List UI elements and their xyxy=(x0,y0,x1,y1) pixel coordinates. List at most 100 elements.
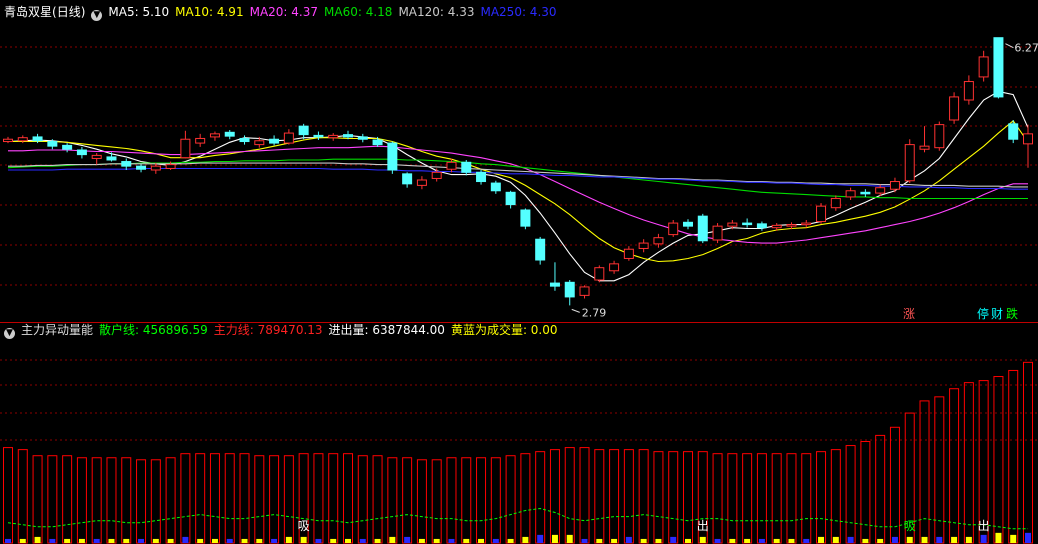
candle-16 xyxy=(239,135,250,145)
retail-line xyxy=(7,507,1028,530)
candle-body-26 xyxy=(387,142,398,171)
volume-bar-2 xyxy=(32,455,43,544)
price-marker-1: 停 xyxy=(977,306,989,321)
candle-19 xyxy=(283,129,294,145)
candle-body-47 xyxy=(697,215,708,242)
candle-33 xyxy=(490,180,501,194)
candle-body-21 xyxy=(313,134,324,138)
volume-inner-bar-5 xyxy=(78,538,85,543)
candle-body-41 xyxy=(609,263,620,272)
volume-bar-0 xyxy=(3,447,13,544)
volume-inner-bar-57 xyxy=(847,536,854,543)
candle-42 xyxy=(623,246,634,261)
volume-inner-bar-68 xyxy=(1010,534,1017,543)
volume-inner-bar-8 xyxy=(123,538,130,543)
candle-body-63 xyxy=(934,124,945,149)
volume-inner-bar-66 xyxy=(980,534,987,543)
volume-bar-58 xyxy=(860,441,871,544)
volume-bar-65 xyxy=(963,382,974,544)
volume-bar-3 xyxy=(47,455,58,544)
volume-bar-69 xyxy=(1023,361,1033,544)
price-marker-2: 财 xyxy=(991,307,1003,321)
volume-inner-bar-34 xyxy=(507,538,514,543)
volume-inner-bar-17 xyxy=(256,538,263,543)
candle-body-19 xyxy=(283,132,294,144)
ma-legend-item-2: MA20: 4.37 xyxy=(249,5,319,19)
volume-inner-bar-50 xyxy=(744,538,751,543)
volume-bar-19 xyxy=(283,455,294,544)
candle-body-50 xyxy=(742,222,753,226)
volume-inner-bar-19 xyxy=(285,536,292,543)
volume-bar-12 xyxy=(180,453,191,544)
volume-inner-bar-33 xyxy=(492,538,499,543)
volume-inner-bar-16 xyxy=(241,538,248,543)
candle-body-1 xyxy=(17,137,28,142)
volume-inner-bar-46 xyxy=(685,538,691,543)
candle-body-45 xyxy=(668,222,679,236)
ma-line-ma20 xyxy=(8,145,1028,244)
volume-inner-bar-45 xyxy=(670,536,677,543)
volume-bar-52 xyxy=(771,453,782,544)
candle-body-18 xyxy=(269,138,280,144)
signal-marker-2: 吸 xyxy=(904,519,916,533)
moving-average-lines xyxy=(7,90,1029,282)
volume-inner-bar-24 xyxy=(359,538,366,543)
volume-inner-bar-61 xyxy=(906,536,913,543)
volume-bar-41 xyxy=(609,449,620,544)
volume-inner-bar-4 xyxy=(64,538,71,543)
low-price-label: 2.79 xyxy=(582,306,607,319)
candle-35 xyxy=(520,208,531,230)
volume-bar-37 xyxy=(549,449,560,544)
candle-body-4 xyxy=(62,144,73,150)
candle-body-49 xyxy=(727,222,738,227)
candle-body-29 xyxy=(431,171,442,179)
candle-20 xyxy=(298,123,309,140)
candle-body-17 xyxy=(254,140,265,146)
volume-bar-53 xyxy=(786,453,797,544)
candle-41 xyxy=(609,260,620,274)
candle-47 xyxy=(697,213,708,244)
candle-body-32 xyxy=(476,171,487,183)
candle-body-31 xyxy=(461,161,472,173)
volume-bar-6 xyxy=(91,457,102,544)
candle-body-12 xyxy=(180,138,191,159)
candle-14 xyxy=(209,131,220,141)
chart-canvas[interactable]: 6.27 2.79 涨 停财跌 吸 出 吸 出 xyxy=(0,0,1038,544)
volume-inner-bar-54 xyxy=(803,538,810,543)
candle-36 xyxy=(535,236,546,265)
candle-body-30 xyxy=(446,161,457,170)
volume-bar-5 xyxy=(76,457,87,544)
signal-marker-1: 出 xyxy=(697,519,709,533)
candle-5 xyxy=(76,146,87,159)
volume-inner-bar-21 xyxy=(315,538,322,543)
candle-6 xyxy=(91,153,102,165)
ma-line-ma10 xyxy=(8,119,1029,263)
chevron-down-icon[interactable]: ▼ xyxy=(91,10,103,21)
candle-28 xyxy=(416,176,427,190)
chevron-down-icon[interactable]: ▼ xyxy=(4,328,15,339)
volume-bar-42 xyxy=(623,449,634,544)
volume-inner-bar-56 xyxy=(832,536,839,543)
candle-45 xyxy=(668,220,679,237)
volume-bar-54 xyxy=(801,453,812,544)
volume-bar-35 xyxy=(520,453,531,544)
volume-bar-16 xyxy=(239,453,250,544)
candle-body-7 xyxy=(106,156,117,161)
ma-legend: MA5: 5.10 MA10: 4.91 MA20: 4.37 MA60: 4.18 M… xyxy=(108,5,562,19)
volume-bar-17 xyxy=(254,455,265,544)
candle-32 xyxy=(476,170,487,185)
volume-bar-11 xyxy=(165,457,176,544)
volume-bar-29 xyxy=(431,459,442,544)
candle-body-28 xyxy=(416,179,427,186)
volume-bars xyxy=(3,361,1033,544)
candle-body-8 xyxy=(121,161,132,167)
volume-bar-62 xyxy=(919,400,930,544)
candle-51 xyxy=(756,221,767,231)
candle-body-14 xyxy=(209,133,220,138)
volume-inner-bar-62 xyxy=(921,536,928,543)
volume-bar-46 xyxy=(683,451,693,544)
volume-inner-bar-41 xyxy=(611,538,618,543)
volume-legend-item-1: 主力线: 789470.13 xyxy=(213,323,323,337)
candle-24 xyxy=(357,133,368,143)
candle-body-53 xyxy=(786,224,797,227)
